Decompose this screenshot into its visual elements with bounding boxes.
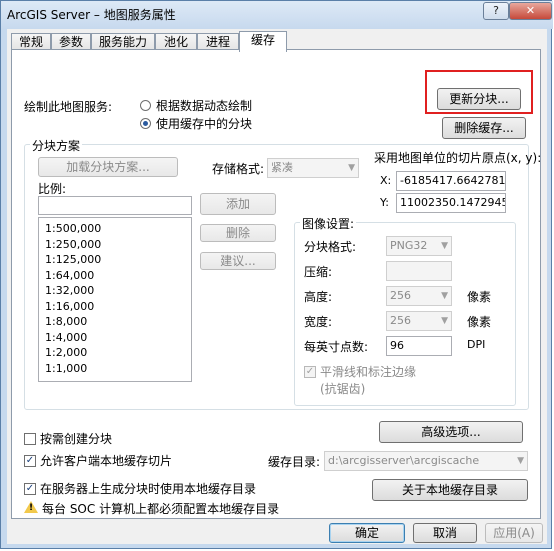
- caching-panel: 绘制此地图服务: 根据数据动态绘制 使用缓存中的分块 更新分块... 删除缓存.…: [11, 49, 541, 519]
- warning-text: 每台 SOC 计算机上都必须配置本地缓存目录: [42, 502, 280, 516]
- list-item[interactable]: 1:2,000: [45, 346, 87, 359]
- scale-list[interactable]: 1:500,000 1:250,000 1:125,000 1:64,000 1…: [38, 217, 192, 382]
- width-select[interactable]: 256 ▼: [386, 311, 452, 331]
- chevron-down-icon: ▼: [441, 291, 448, 301]
- list-item[interactable]: 1:1,000: [45, 362, 87, 375]
- radio-cache[interactable]: [140, 118, 151, 129]
- warning-icon-mark: !: [29, 503, 34, 513]
- storage-format-value: 紧凑: [271, 161, 293, 174]
- suggest-scales-button[interactable]: 建议...: [200, 252, 276, 270]
- cache-dir-value: d:\arcgisserver\arcgiscache: [328, 454, 480, 467]
- list-item[interactable]: 1:16,000: [45, 300, 94, 313]
- width-label: 宽度:: [304, 315, 333, 329]
- dpi-input[interactable]: 96: [386, 336, 452, 356]
- use-local-cache-label: 在服务器上生成分块时使用本地缓存目录: [40, 482, 257, 496]
- cancel-button[interactable]: 取消: [413, 523, 477, 543]
- list-item[interactable]: 1:250,000: [45, 238, 101, 251]
- tile-format-select[interactable]: PNG32 ▼: [386, 236, 452, 256]
- dialog-window: ArcGIS Server – 地图服务属性 ? ✕ 常规 参数 服务能力 池化…: [0, 0, 553, 549]
- scale-input[interactable]: [38, 196, 192, 215]
- dpi-unit: DPI: [467, 338, 486, 351]
- allow-client-cache-label: 允许客户端本地缓存切片: [40, 454, 173, 468]
- list-item[interactable]: 1:32,000: [45, 284, 94, 297]
- list-item[interactable]: 1:64,000: [45, 269, 94, 282]
- on-demand-checkbox[interactable]: [24, 433, 36, 445]
- antialias-label: 平滑线和标注边缘: [320, 365, 417, 379]
- scale-label: 比例:: [38, 182, 67, 196]
- allow-client-cache-checkbox[interactable]: ✓: [24, 455, 36, 467]
- origin-y-input[interactable]: 11002350.1472945: [396, 193, 506, 213]
- list-item[interactable]: 1:500,000: [45, 222, 101, 235]
- remove-scale-button[interactable]: 删除: [200, 224, 276, 242]
- height-value: 256: [390, 289, 411, 302]
- advanced-options-button[interactable]: 高级选项...: [379, 421, 523, 443]
- dialog-body: 常规 参数 服务能力 池化 进程 缓存 绘制此地图服务: 根据数据动态绘制 使用…: [7, 29, 547, 544]
- origin-y-label: Y:: [380, 196, 389, 209]
- radio-dynamic[interactable]: [140, 100, 151, 111]
- ok-button[interactable]: 确定: [329, 523, 405, 543]
- tiling-scheme-title: 分块方案: [30, 137, 83, 154]
- chevron-down-icon: ▼: [348, 163, 355, 173]
- storage-format-label: 存储格式:: [212, 162, 265, 176]
- add-scale-button[interactable]: 添加: [200, 193, 276, 215]
- on-demand-label: 按需创建分块: [40, 432, 113, 446]
- width-value: 256: [390, 314, 411, 327]
- chevron-down-icon: ▼: [517, 456, 524, 466]
- cache-dir-label: 缓存目录:: [268, 455, 321, 469]
- radio-cache-label[interactable]: 使用缓存中的分块: [156, 115, 252, 132]
- height-unit: 像素: [467, 290, 492, 304]
- compression-label: 压缩:: [304, 265, 333, 279]
- list-item[interactable]: 1:4,000: [45, 331, 87, 344]
- help-button[interactable]: ?: [483, 2, 509, 20]
- origin-x-label: X:: [380, 174, 392, 187]
- apply-button[interactable]: 应用(A): [485, 523, 543, 543]
- image-settings-title: 图像设置:: [300, 215, 357, 232]
- list-item[interactable]: 1:8,000: [45, 315, 87, 328]
- origin-label: 采用地图单位的切片原点(x, y):: [374, 151, 542, 165]
- tile-format-label: 分块格式:: [304, 240, 357, 254]
- width-unit: 像素: [467, 315, 492, 329]
- tab-caching[interactable]: 缓存: [239, 31, 287, 52]
- use-local-cache-checkbox[interactable]: ✓: [24, 483, 36, 495]
- dpi-label: 每英寸点数:: [304, 340, 369, 354]
- close-button[interactable]: ✕: [509, 2, 552, 20]
- about-local-cache-button[interactable]: 关于本地缓存目录: [372, 479, 528, 501]
- title-bar: ArcGIS Server – 地图服务属性 ? ✕: [1, 1, 553, 29]
- antialias-sublabel: (抗锯齿): [320, 382, 366, 396]
- antialias-checkbox[interactable]: ✓: [304, 366, 316, 378]
- tile-format-value: PNG32: [390, 239, 428, 252]
- draw-service-label: 绘制此地图服务:: [24, 100, 113, 114]
- radio-dynamic-label[interactable]: 根据数据动态绘制: [156, 97, 252, 114]
- delete-cache-button[interactable]: 删除缓存...: [442, 117, 526, 139]
- compression-input[interactable]: [386, 261, 452, 281]
- origin-x-input[interactable]: -6185417.66427811: [396, 171, 506, 191]
- height-label: 高度:: [304, 290, 333, 304]
- list-item[interactable]: 1:125,000: [45, 253, 101, 266]
- load-scheme-button[interactable]: 加载分块方案...: [38, 157, 178, 177]
- window-title: ArcGIS Server – 地图服务属性: [7, 8, 176, 22]
- chevron-down-icon: ▼: [441, 241, 448, 251]
- chevron-down-icon: ▼: [441, 316, 448, 326]
- height-select[interactable]: 256 ▼: [386, 286, 452, 306]
- storage-format-select[interactable]: 紧凑 ▼: [267, 158, 359, 178]
- highlight-box: [425, 70, 533, 114]
- cache-dir-select[interactable]: d:\arcgisserver\arcgiscache ▼: [324, 451, 528, 471]
